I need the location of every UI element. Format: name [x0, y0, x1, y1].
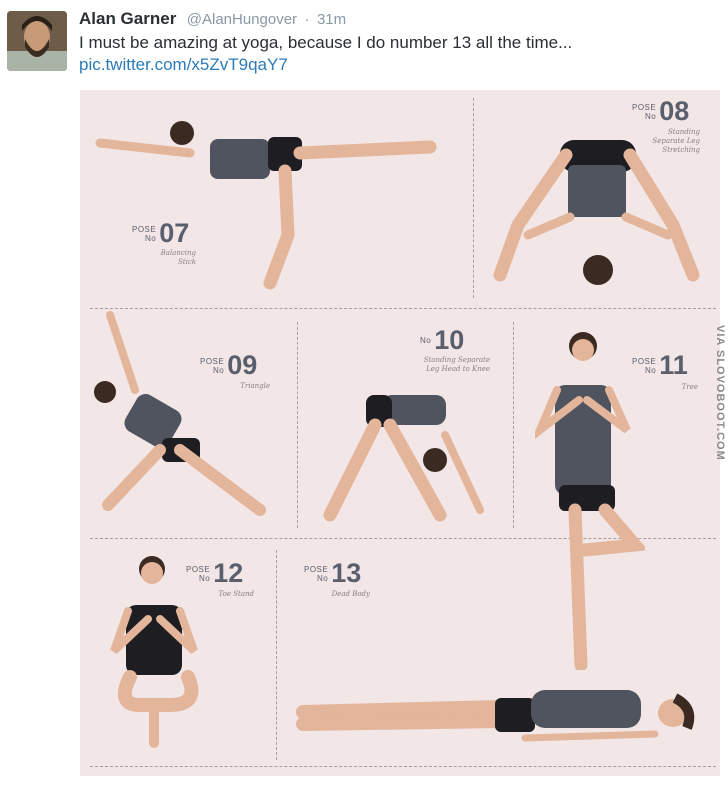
pose-12-label: POSE No 12 — [186, 558, 243, 589]
pose-08-name: Standing Separate Leg Stretching — [652, 128, 700, 154]
grid-divider — [276, 550, 277, 760]
grid-divider — [473, 98, 474, 298]
tweet-header: Alan Garner @AlanHungover · 31m — [79, 9, 346, 29]
pose-08-label: POSE No 08 — [632, 96, 689, 127]
pose-09-tag: POSE No — [200, 356, 225, 375]
tweet-timestamp[interactable]: 31m — [317, 11, 346, 28]
pose-13-tag: POSE No — [304, 564, 329, 583]
pose-07-label: POSE No 07 — [132, 218, 189, 249]
pose-11-label: POSE No 11 — [632, 350, 688, 381]
pose-10-number: 10 — [434, 325, 465, 355]
pose-13-number: 13 — [331, 558, 362, 588]
pose-09-label: POSE No 09 — [200, 350, 257, 381]
tweet-media-link[interactable]: pic.twitter.com/x5ZvT9qaY7 — [79, 55, 288, 75]
pose-07-name: Balancing Stick — [160, 249, 196, 266]
author-handle[interactable]: @AlanHungover — [187, 11, 297, 28]
pose-11-name: Tree — [681, 383, 698, 391]
tweet-text: I must be amazing at yoga, because I do … — [79, 33, 573, 52]
pose-07-tag: POSE No — [132, 224, 157, 243]
pose-10-tag: No — [420, 336, 432, 345]
pose-08-tag: POSE No — [632, 102, 657, 121]
pose-12-number: 12 — [213, 558, 244, 588]
pose-11-number: 11 — [659, 350, 688, 380]
author-name[interactable]: Alan Garner — [79, 9, 176, 28]
pose-11-tag: POSE No — [632, 356, 657, 375]
pose-09-number: 09 — [227, 350, 258, 380]
pose-07-figure — [95, 121, 437, 290]
pose-13-label: POSE No 13 — [304, 558, 361, 589]
avatar[interactable] — [7, 11, 67, 71]
pose-09-name: Triangle — [240, 382, 270, 390]
pose-09-figure — [94, 311, 266, 516]
pose-12-tag: POSE No — [186, 564, 211, 583]
grid-divider — [90, 766, 716, 767]
pose-07-number: 07 — [159, 218, 190, 248]
watermark: VIA SLOVOBOOT.COM — [714, 325, 726, 461]
pose-10-name: Standing Separate Leg Head to Knee — [423, 356, 490, 373]
pose-08-number: 08 — [659, 96, 690, 126]
pose-12-name: Toe Stand — [218, 590, 254, 598]
avatar-image — [7, 11, 67, 71]
pose-10-label: No 10 — [420, 325, 464, 356]
separator: · — [304, 11, 310, 28]
grid-divider — [90, 308, 716, 309]
grid-divider — [297, 322, 298, 528]
pose-13-figure — [296, 690, 695, 742]
yoga-poster-image[interactable]: POSE No 07 Balancing Stick POSE No 08 Stand… — [80, 90, 720, 776]
pose-10-figure — [323, 395, 484, 522]
pose-08-figure — [493, 140, 700, 285]
pose-13-name: Dead Body — [331, 590, 370, 598]
pose-11-figure — [535, 332, 645, 670]
grid-divider — [513, 322, 514, 528]
